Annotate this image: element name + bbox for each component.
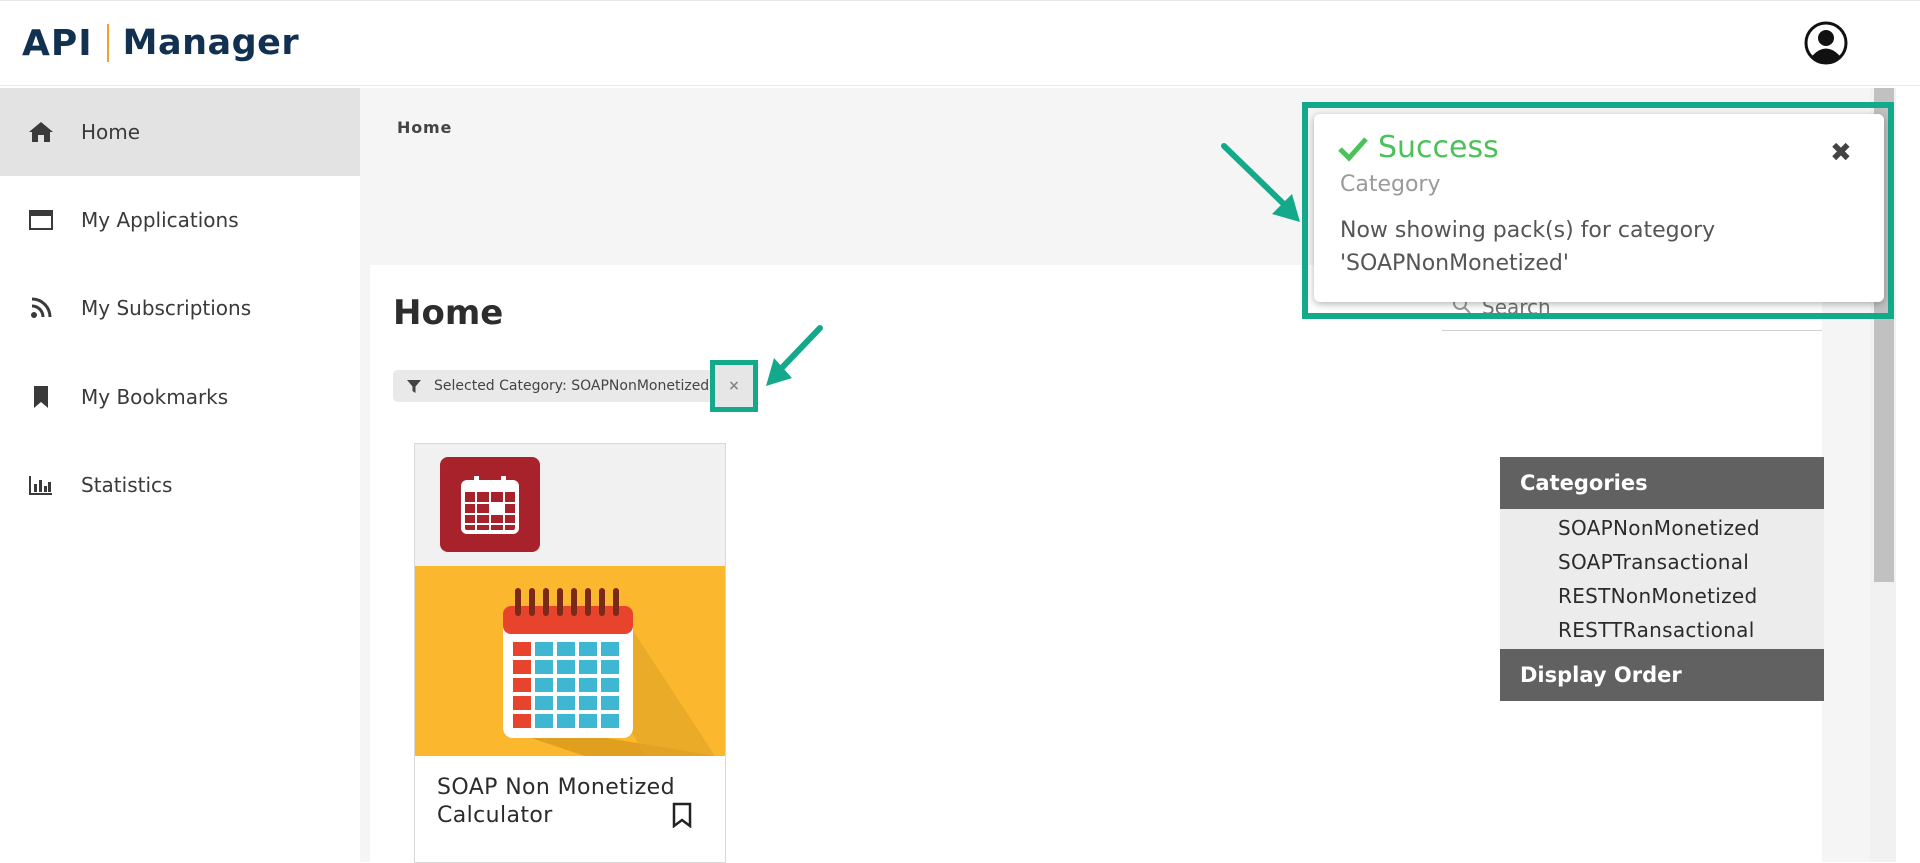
sidebar-item-home[interactable]: Home: [0, 88, 360, 176]
toast-message: Now showing pack(s) for category 'SOAPNo…: [1340, 218, 1716, 276]
sidebar-item-my-bookmarks[interactable]: My Bookmarks: [0, 353, 360, 441]
sidebar-item-my-subscriptions[interactable]: My Subscriptions: [0, 264, 360, 352]
annotation-arrow-chip-close: [766, 325, 823, 386]
filter-chip-close-button[interactable]: ×: [710, 360, 758, 412]
bookmark-icon: [28, 384, 54, 410]
calendar-thumbnail-icon: [440, 457, 540, 552]
close-icon: ×: [728, 378, 740, 394]
bookmark-outline-icon[interactable]: [671, 802, 695, 830]
home-icon: [28, 119, 54, 145]
bar-chart-icon: [28, 472, 54, 498]
category-item-resttransactional[interactable]: RESTTRansactional: [1500, 613, 1824, 647]
filter-icon: [407, 379, 421, 393]
card-banner-image: [415, 566, 725, 756]
sidebar-item-statistics[interactable]: Statistics: [0, 441, 360, 529]
success-toast: Success Category Now showing pack(s) for…: [1314, 114, 1884, 302]
category-item-soapnonmonetized[interactable]: SOAPNonMonetized: [1500, 511, 1824, 545]
page-title: Home: [393, 293, 504, 333]
category-item-restnonmonetized[interactable]: RESTNonMonetized: [1500, 579, 1824, 613]
sidebar-item-label: My Applications: [81, 208, 239, 232]
logo-api-text: API: [22, 22, 93, 64]
filter-chip-label: Selected Category: SOAPNonMonetized: [434, 378, 710, 394]
logo-separator: [106, 24, 109, 62]
sidebar: Home My Applications My Subscriptions My…: [0, 88, 360, 862]
sidebar-item-label: My Subscriptions: [81, 296, 252, 320]
sidebar-item-my-applications[interactable]: My Applications: [0, 176, 360, 264]
sidebar-item-label: My Bookmarks: [81, 385, 229, 409]
sidebar-item-label: Home: [81, 120, 141, 144]
toast-subtitle: Category: [1340, 172, 1441, 197]
user-circle-icon[interactable]: [1804, 21, 1848, 65]
filter-chip: Selected Category: SOAPNonMonetized: [393, 370, 753, 402]
categories-heading: Categories: [1500, 457, 1824, 509]
checkmark-icon: [1338, 136, 1368, 162]
display-order-heading[interactable]: Display Order: [1500, 649, 1824, 701]
top-header: API Manager: [0, 0, 1920, 86]
logo-manager-text: Manager: [122, 23, 300, 63]
annotation-arrow-toast: [1221, 143, 1300, 222]
category-item-soaptransactional[interactable]: SOAPTransactional: [1500, 545, 1824, 579]
window-icon: [28, 207, 54, 233]
api-manager-logo[interactable]: API Manager: [22, 19, 299, 67]
card-header: [415, 444, 725, 566]
breadcrumb[interactable]: Home: [397, 118, 452, 137]
toast-close-icon[interactable]: ✖: [1830, 138, 1852, 168]
categories-list: SOAPNonMonetized SOAPTransactional RESTN…: [1500, 509, 1824, 649]
sidebar-item-label: Statistics: [81, 473, 173, 497]
card-title[interactable]: SOAP Non Monetized Calculator: [437, 774, 677, 830]
toast-title: Success: [1378, 130, 1499, 165]
rss-icon: [28, 295, 54, 321]
categories-panel: Categories SOAPNonMonetized SOAPTransact…: [1500, 457, 1824, 701]
product-card[interactable]: SOAP Non Monetized Calculator: [414, 443, 726, 863]
